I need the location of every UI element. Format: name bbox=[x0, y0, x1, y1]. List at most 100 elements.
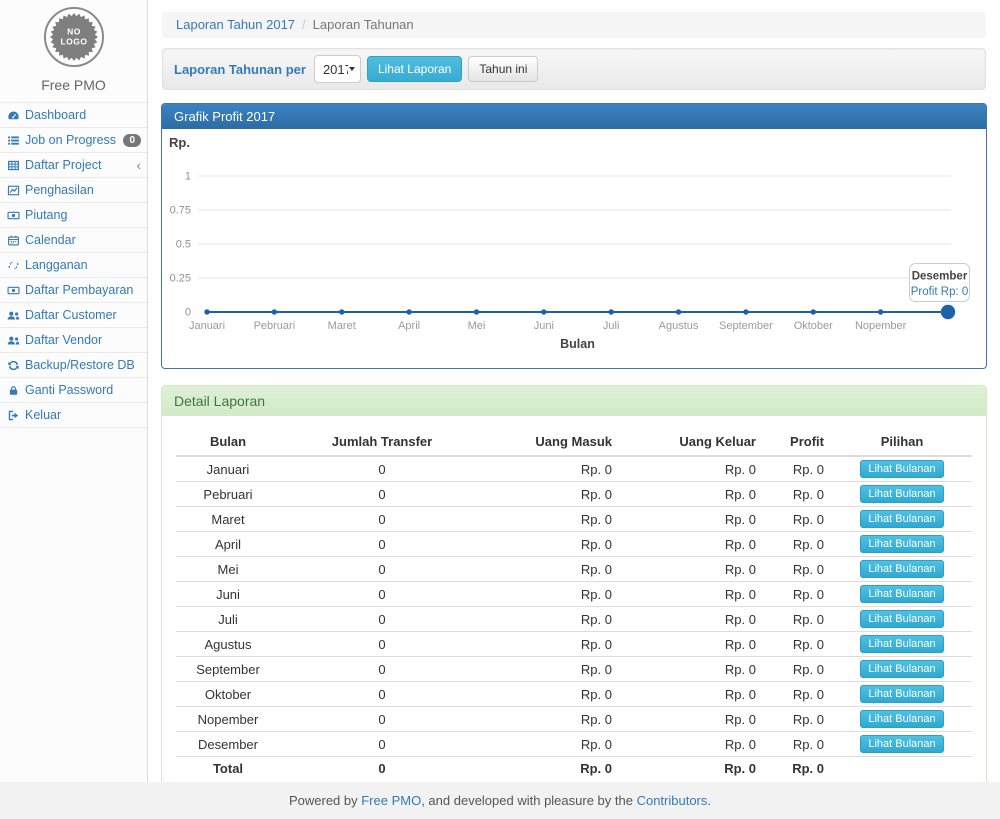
lihat-bulanan-button[interactable]: Lihat Bulanan bbox=[860, 635, 943, 653]
tahun-ini-button[interactable]: Tahun ini bbox=[468, 56, 538, 82]
chart-point[interactable] bbox=[474, 309, 479, 314]
cell-profit: Rp. 0 bbox=[764, 557, 832, 582]
svg-text:Profit Rp: 0: Profit Rp: 0 bbox=[911, 286, 969, 298]
sidebar-item-wrap: Backup/Restore DB bbox=[0, 353, 147, 378]
breadcrumb-link[interactable]: Laporan Tahun 2017 bbox=[176, 17, 295, 32]
profit-line-chart: Rp.00.250.50.751JanuariPebruariMaretApri… bbox=[162, 129, 986, 368]
cell-pilihan: Lihat Bulanan bbox=[832, 682, 972, 707]
lock-icon bbox=[7, 384, 20, 397]
sidebar-item-dashboard[interactable]: Dashboard bbox=[0, 103, 147, 127]
refresh-icon bbox=[7, 359, 20, 372]
table-row: Oktober0Rp. 0Rp. 0Rp. 0Lihat Bulanan bbox=[176, 682, 972, 707]
cell-pilihan: Lihat Bulanan bbox=[832, 532, 972, 557]
chart-point[interactable] bbox=[811, 309, 816, 314]
chart-point[interactable] bbox=[541, 309, 546, 314]
svg-text:Desember: Desember bbox=[912, 271, 968, 283]
brand-name: Free PMO bbox=[0, 77, 147, 93]
sidebar-item-wrap: Daftar Vendor bbox=[0, 328, 147, 353]
sidebar-item-job-on-progress[interactable]: Job on Progress0 bbox=[0, 128, 147, 152]
lihat-bulanan-button[interactable]: Lihat Bulanan bbox=[860, 610, 943, 628]
cell-pilihan: Lihat Bulanan bbox=[832, 657, 972, 682]
lihat-bulanan-button[interactable]: Lihat Bulanan bbox=[860, 710, 943, 728]
cell-profit: Rp. 0 bbox=[764, 456, 832, 482]
cell-profit: Rp. 0 bbox=[764, 482, 832, 507]
table-row: Maret0Rp. 0Rp. 0Rp. 0Lihat Bulanan bbox=[176, 507, 972, 532]
lihat-laporan-button[interactable]: Lihat Laporan bbox=[367, 56, 462, 82]
sidebar-item-backup-restore-db[interactable]: Backup/Restore DB bbox=[0, 353, 147, 377]
svg-text:0.75: 0.75 bbox=[170, 205, 191, 217]
column-header: Profit bbox=[764, 430, 832, 456]
cell-uang-keluar: Rp. 0 bbox=[620, 582, 764, 607]
cell-jumlah-transfer: 0 bbox=[280, 456, 484, 482]
sidebar-item-calendar[interactable]: Calendar bbox=[0, 228, 147, 252]
sidebar-item-daftar-customer[interactable]: Daftar Customer bbox=[0, 303, 147, 327]
lihat-bulanan-button[interactable]: Lihat Bulanan bbox=[860, 735, 943, 753]
sidebar-item-label: Backup/Restore DB bbox=[25, 358, 135, 372]
chart-body: Rp.00.250.50.751JanuariPebruariMaretApri… bbox=[162, 129, 986, 368]
sidebar-item-wrap: Daftar Customer bbox=[0, 303, 147, 328]
cell-uang-masuk: Rp. 0 bbox=[484, 456, 620, 482]
sidebar-item-penghasilan[interactable]: Penghasilan bbox=[0, 178, 147, 202]
chart-point[interactable] bbox=[743, 309, 748, 314]
sidebar-item-wrap: Penghasilan bbox=[0, 178, 147, 203]
sidebar-item-label: Daftar Pembayaran bbox=[25, 283, 133, 297]
lihat-bulanan-button[interactable]: Lihat Bulanan bbox=[860, 485, 943, 503]
cell-profit: Rp. 0 bbox=[764, 532, 832, 557]
cell-uang-masuk: Rp. 0 bbox=[484, 482, 620, 507]
users-icon bbox=[7, 334, 20, 347]
lihat-bulanan-button[interactable]: Lihat Bulanan bbox=[860, 510, 943, 528]
total-label: Total bbox=[176, 757, 280, 781]
footer-brand-link[interactable]: Free PMO bbox=[361, 793, 421, 808]
chart-point[interactable] bbox=[878, 309, 883, 314]
cell-uang-masuk: Rp. 0 bbox=[484, 507, 620, 532]
sidebar-item-keluar[interactable]: Keluar bbox=[0, 403, 147, 427]
sidebar-item-daftar-project[interactable]: Daftar Project‹ bbox=[0, 153, 147, 177]
sidebar-item-langganan[interactable]: Langganan bbox=[0, 253, 147, 277]
cell-bulan: Juli bbox=[176, 607, 280, 632]
chart-point[interactable] bbox=[406, 309, 411, 314]
cell-uang-keluar: Rp. 0 bbox=[620, 456, 764, 482]
footer-contributors-link[interactable]: Contributors bbox=[637, 793, 708, 808]
table-row: Pebruari0Rp. 0Rp. 0Rp. 0Lihat Bulanan bbox=[176, 482, 972, 507]
chart-point[interactable] bbox=[204, 309, 209, 314]
table-icon bbox=[7, 159, 20, 172]
total-uang-keluar: Rp. 0 bbox=[620, 757, 764, 781]
cell-uang-keluar: Rp. 0 bbox=[620, 557, 764, 582]
sidebar-item-label: Penghasilan bbox=[25, 183, 94, 197]
calendar-icon bbox=[7, 234, 20, 247]
chart-point[interactable] bbox=[676, 309, 681, 314]
lihat-bulanan-button[interactable]: Lihat Bulanan bbox=[860, 660, 943, 678]
lihat-bulanan-button[interactable]: Lihat Bulanan bbox=[860, 585, 943, 603]
footer-text-prefix: Powered by bbox=[289, 793, 361, 808]
cell-pilihan: Lihat Bulanan bbox=[832, 732, 972, 757]
cell-jumlah-transfer: 0 bbox=[280, 507, 484, 532]
cell-pilihan: Lihat Bulanan bbox=[832, 607, 972, 632]
sidebar-item-wrap: Keluar bbox=[0, 403, 147, 428]
table-row: April0Rp. 0Rp. 0Rp. 0Lihat Bulanan bbox=[176, 532, 972, 557]
sidebar-item-daftar-pembayaran[interactable]: Daftar Pembayaran bbox=[0, 278, 147, 302]
chart-tooltip: Desember Profit Rp: 0 bbox=[910, 264, 970, 302]
chart-point[interactable] bbox=[339, 309, 344, 314]
users-icon bbox=[7, 309, 20, 322]
footer-text-middle: , and developed with pleasure by the bbox=[421, 793, 636, 808]
sidebar-menu: DashboardJob on Progress0Daftar Project‹… bbox=[0, 102, 147, 428]
lihat-bulanan-button[interactable]: Lihat Bulanan bbox=[860, 460, 943, 478]
column-header: Bulan bbox=[176, 430, 280, 456]
lihat-bulanan-button[interactable]: Lihat Bulanan bbox=[860, 685, 943, 703]
year-select[interactable]: 2017 bbox=[314, 55, 361, 83]
chart-point-highlight[interactable] bbox=[941, 305, 955, 319]
retweet-icon bbox=[7, 259, 20, 272]
profit-chart-panel: Grafik Profit 2017 Rp.00.250.50.751Janua… bbox=[161, 103, 987, 369]
svg-text:LOGO: LOGO bbox=[60, 37, 87, 47]
sidebar: NOLOGO Free PMO DashboardJob on Progress… bbox=[0, 0, 148, 782]
chart-point[interactable] bbox=[608, 309, 613, 314]
sidebar-item-daftar-vendor[interactable]: Daftar Vendor bbox=[0, 328, 147, 352]
lihat-bulanan-button[interactable]: Lihat Bulanan bbox=[860, 560, 943, 578]
breadcrumb-separator: / bbox=[302, 17, 306, 32]
chart-point[interactable] bbox=[272, 309, 277, 314]
table-row: Juni0Rp. 0Rp. 0Rp. 0Lihat Bulanan bbox=[176, 582, 972, 607]
footer: Powered by Free PMO, and developed with … bbox=[0, 782, 1000, 819]
sidebar-item-ganti-password[interactable]: Ganti Password bbox=[0, 378, 147, 402]
lihat-bulanan-button[interactable]: Lihat Bulanan bbox=[860, 535, 943, 553]
sidebar-item-piutang[interactable]: Piutang bbox=[0, 203, 147, 227]
